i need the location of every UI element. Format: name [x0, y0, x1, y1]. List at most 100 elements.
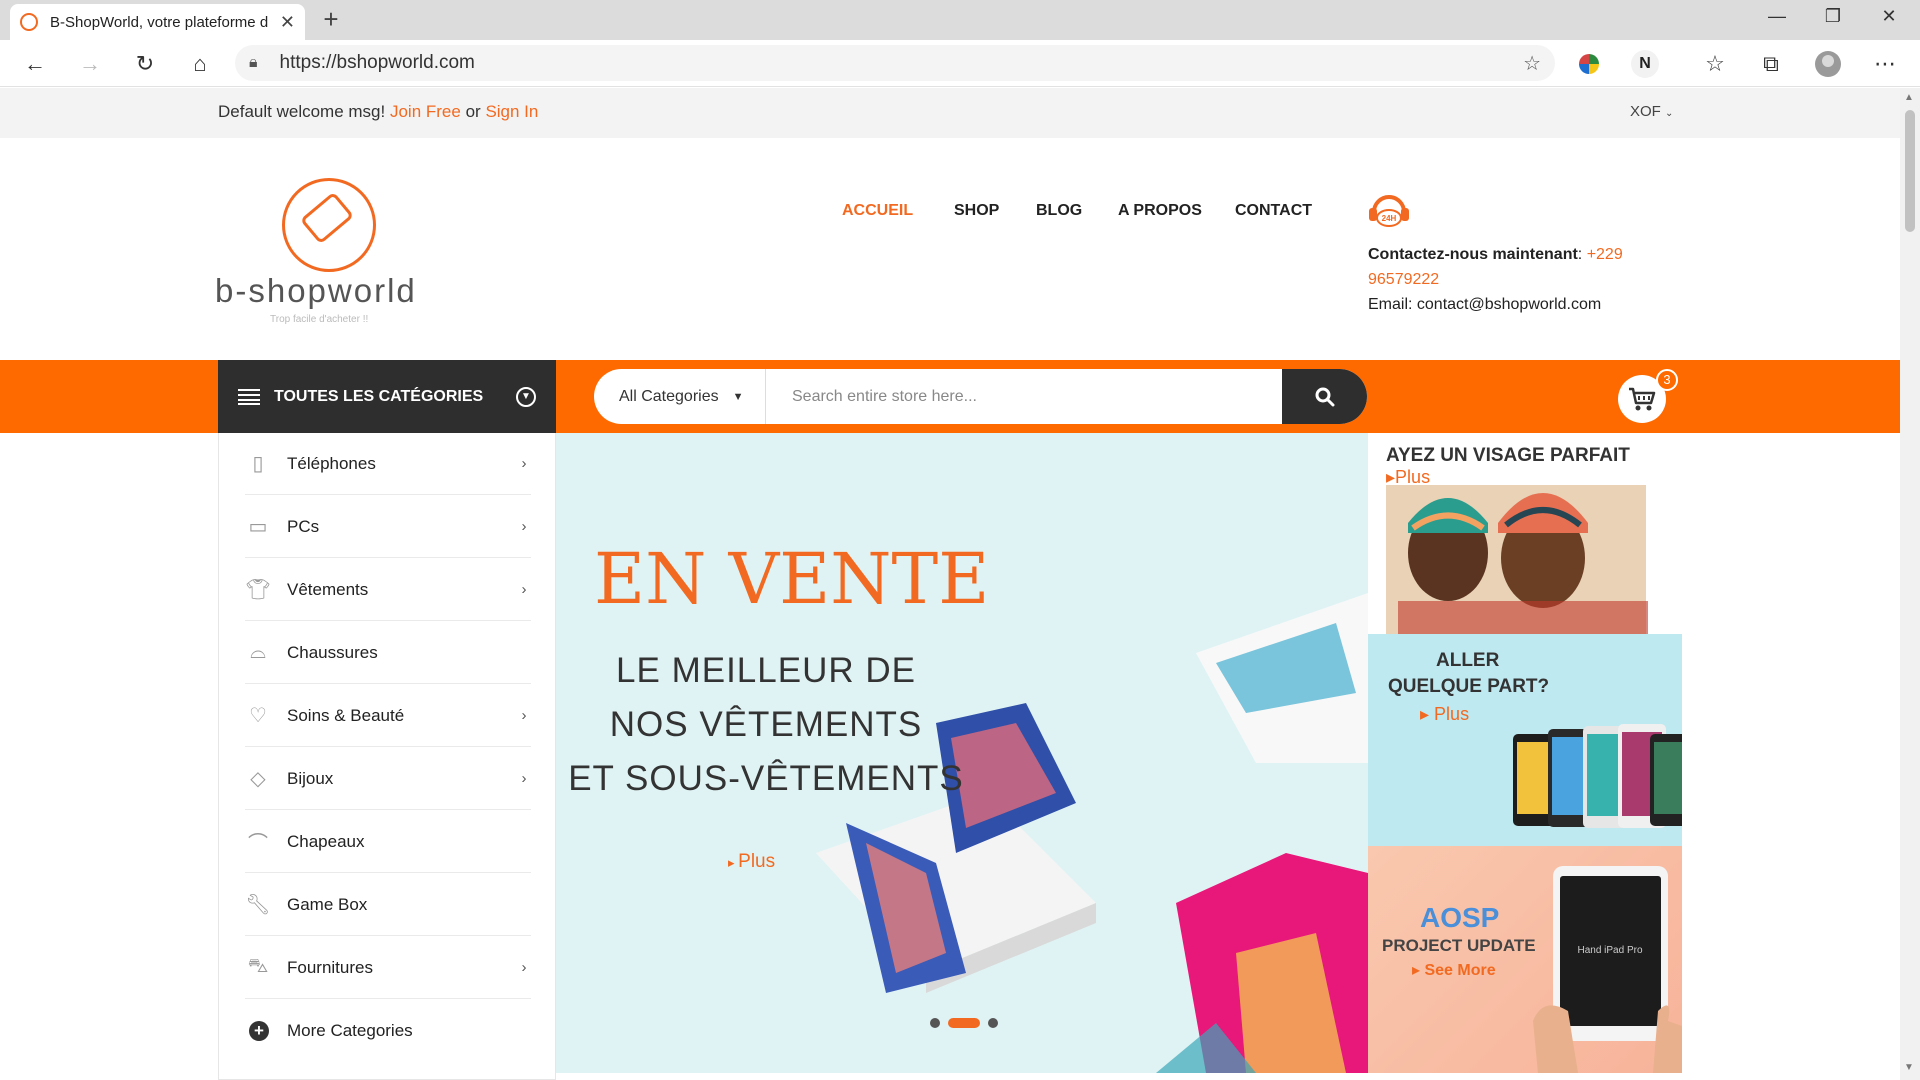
- nav-a-propos[interactable]: A PROPOS: [1118, 202, 1202, 220]
- url-text[interactable]: https://bshopworld.com: [280, 52, 1524, 74]
- chevron-right-icon: ›: [521, 455, 527, 472]
- close-window-button[interactable]: ✕: [1874, 6, 1904, 27]
- category-item-soins-beaute[interactable]: ♡ Soins & Beauté ›: [245, 685, 531, 747]
- carousel-dot[interactable]: [988, 1018, 998, 1028]
- category-item-bijoux[interactable]: ◇ Bijoux ›: [245, 748, 531, 810]
- browser-tab[interactable]: B-ShopWorld, votre plateforme d ✕: [10, 4, 305, 40]
- or-text: or: [465, 102, 481, 121]
- refresh-icon[interactable]: ↻: [130, 49, 160, 79]
- category-item-game-box[interactable]: 🔧︎ Game Box: [245, 874, 531, 936]
- back-icon[interactable]: ←: [20, 49, 50, 79]
- banner-line-2: NOS VÊTEMENTS: [609, 705, 923, 744]
- promo-aosp[interactable]: Hand iPad Pro AOSP PROJECT UPDATE ▸ See …: [1368, 846, 1682, 1073]
- scrollbar-thumb[interactable]: [1905, 110, 1915, 232]
- category-item-telephones[interactable]: ▯ Téléphones ›: [245, 433, 531, 495]
- home-icon[interactable]: ⌂: [185, 49, 215, 79]
- favorite-star-icon[interactable]: ☆: [1523, 51, 1541, 76]
- carousel-dots: [930, 1018, 998, 1028]
- tab-title: B-ShopWorld, votre plateforme d: [50, 13, 269, 31]
- restore-button[interactable]: ❐: [1818, 6, 1848, 27]
- browser-titlebar: B-ShopWorld, votre plateforme d ✕ + — ❐ …: [0, 0, 1920, 40]
- chevron-right-icon: ›: [521, 707, 527, 724]
- page-scrollbar[interactable]: ▲ ▼: [1900, 88, 1920, 1080]
- profile-avatar[interactable]: [1813, 49, 1843, 79]
- category-item-fournitures[interactable]: ⛍ Fournitures ›: [245, 937, 531, 999]
- laptop-icon: ▭: [248, 516, 268, 538]
- minimize-button[interactable]: —: [1762, 6, 1792, 27]
- hat-icon: ⌒: [248, 833, 268, 855]
- address-bar[interactable]: 🔒︎ https://bshopworld.com ☆: [235, 45, 1555, 81]
- hero-banner[interactable]: EN VENTE LE MEILLEUR DE NOS VÊTEMENTS ET…: [556, 433, 1368, 1073]
- new-tab-button[interactable]: +: [316, 4, 346, 35]
- promo2-more-label: Plus: [1434, 704, 1470, 724]
- banner-more-link[interactable]: Plus: [728, 851, 775, 873]
- all-categories-label: TOUTES LES CATÉGORIES: [274, 387, 484, 405]
- collections-icon[interactable]: ⧉: [1756, 49, 1786, 79]
- promo3-more-link[interactable]: ▸ See More: [1412, 960, 1496, 980]
- promo-visage[interactable]: AYEZ UN VISAGE PARFAIT ▸Plus: [1368, 433, 1682, 634]
- scroll-down-arrow-icon[interactable]: ▼: [1904, 1062, 1914, 1073]
- carousel-dot-active[interactable]: [948, 1018, 980, 1028]
- more-categories-link[interactable]: + More Categories: [249, 1021, 413, 1041]
- currency-selector[interactable]: XOF ⌄: [1630, 103, 1673, 120]
- category-item-vetements[interactable]: 👕︎ Vêtements ›: [245, 559, 531, 621]
- badge-24h: 24H: [1382, 214, 1397, 223]
- category-label: Bijoux: [287, 768, 334, 788]
- shirt-icon: 👕︎: [245, 579, 271, 601]
- promo1-title: AYEZ UN VISAGE PARFAIT: [1386, 445, 1630, 466]
- join-free-link[interactable]: Join Free: [390, 102, 461, 121]
- promo-aller[interactable]: ALLER QUELQUE PART? ▸ Plus: [1368, 634, 1682, 846]
- close-tab-icon[interactable]: ✕: [280, 12, 295, 33]
- site-favicon: [20, 13, 38, 31]
- search-bar: All Categories ▼: [594, 369, 1367, 424]
- promo2-more-link[interactable]: ▸ Plus: [1420, 704, 1469, 725]
- sign-in-link[interactable]: Sign In: [485, 102, 538, 121]
- site-header: b-shopworld Trop facile d'acheter !! ACC…: [0, 138, 1900, 360]
- promo3-more-label: See More: [1424, 962, 1496, 979]
- shoe-icon: ⌓: [250, 641, 266, 663]
- search-input[interactable]: [766, 369, 1282, 424]
- promo1-more-label: Plus: [1395, 467, 1431, 487]
- welcome-message: Default welcome msg! Join Free or Sign I…: [218, 102, 538, 122]
- caret-down-icon: ▼: [732, 390, 744, 403]
- support-email[interactable]: Email: contact@bshopworld.com: [1368, 296, 1601, 313]
- more-menu-icon[interactable]: ⋯: [1870, 49, 1900, 79]
- support-info: Contactez-nous maintenant: +229 96579222…: [1368, 246, 1623, 313]
- extension-globe-icon[interactable]: [1574, 49, 1604, 79]
- category-label: Téléphones: [287, 453, 376, 473]
- category-label: Vêtements: [287, 579, 369, 599]
- lock-icon: 🔒︎: [249, 54, 258, 71]
- favorites-icon[interactable]: ☆: [1700, 49, 1730, 79]
- search-category-select[interactable]: All Categories ▼: [594, 369, 766, 424]
- nav-accueil[interactable]: ACCUEIL: [842, 202, 913, 220]
- nav-blog[interactable]: BLOG: [1036, 202, 1082, 220]
- browser-navbar: ← → ↻ ⌂ 🔒︎ https://bshopworld.com ☆ N ☆ …: [0, 40, 1920, 87]
- category-item-pcs[interactable]: ▭ PCs ›: [245, 496, 531, 558]
- promo2-title-1: ALLER: [1436, 650, 1500, 671]
- promo1-more-link[interactable]: ▸Plus: [1386, 467, 1430, 488]
- top-welcome-bar: Default welcome msg! Join Free or Sign I…: [0, 88, 1900, 138]
- category-item-chapeaux[interactable]: ⌒ Chapeaux: [245, 811, 531, 873]
- category-sidebar: ▯ Téléphones › ▭ PCs › 👕︎ Vêtements › ⌓ …: [218, 433, 556, 1080]
- nav-contact[interactable]: CONTACT: [1235, 202, 1312, 220]
- search-button[interactable]: [1282, 369, 1367, 424]
- all-categories-button[interactable]: TOUTES LES CATÉGORIES ▼: [218, 360, 556, 433]
- category-label: Fournitures: [287, 957, 373, 977]
- category-label: Soins & Beauté: [287, 705, 405, 725]
- chevron-right-icon: ›: [521, 581, 527, 598]
- support-label: Contactez-nous maintenant: [1368, 246, 1578, 263]
- category-item-chaussures[interactable]: ⌓ Chaussures: [245, 622, 531, 684]
- forward-icon[interactable]: →: [75, 49, 105, 79]
- category-label: Chapeaux: [287, 831, 365, 851]
- web-page: Default welcome msg! Join Free or Sign I…: [0, 88, 1900, 1080]
- category-label: PCs: [287, 516, 320, 536]
- phone-icon: ▯: [252, 453, 264, 475]
- extension-n-icon[interactable]: N: [1630, 49, 1660, 79]
- category-label: Game Box: [287, 894, 368, 914]
- carousel-dot[interactable]: [930, 1018, 940, 1028]
- chevron-right-icon: ›: [521, 518, 527, 535]
- promo-phones-image: [1513, 724, 1682, 828]
- currency-label: XOF: [1630, 103, 1661, 120]
- scroll-up-arrow-icon[interactable]: ▲: [1904, 92, 1914, 103]
- nav-shop[interactable]: SHOP: [954, 202, 999, 220]
